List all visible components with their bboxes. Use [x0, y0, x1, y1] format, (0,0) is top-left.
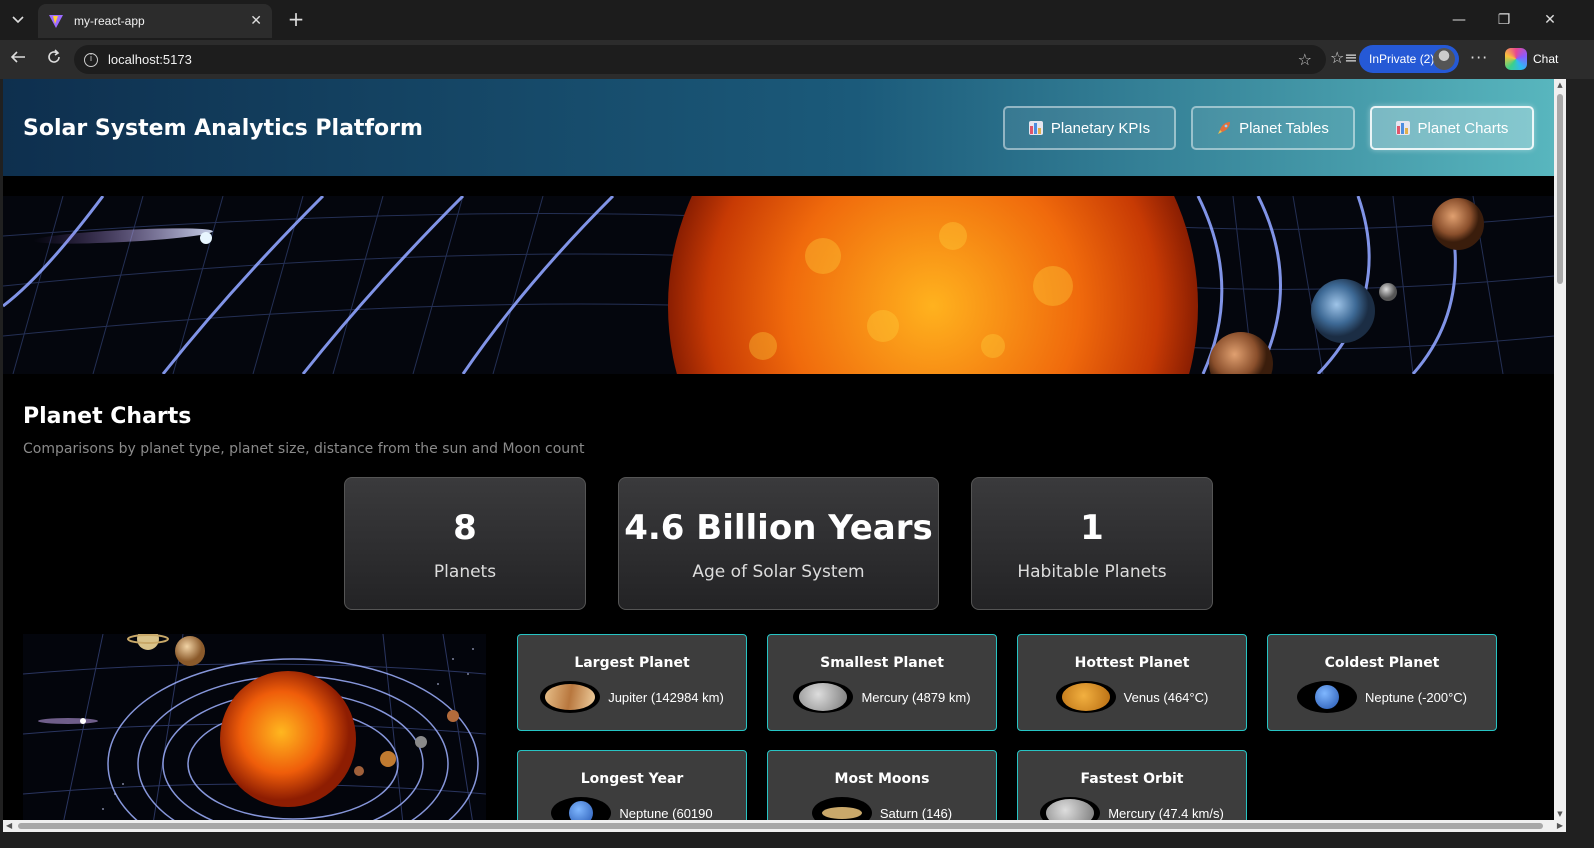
nav-label: Planet Charts — [1417, 119, 1509, 137]
section-subtitle: Comparisons by planet type, planet size,… — [23, 441, 585, 457]
scroll-right-icon[interactable]: ▶ — [1557, 820, 1563, 832]
reload-icon — [48, 49, 60, 63]
fact-card-most-moons: Most Moons Saturn (146) — [767, 750, 997, 820]
avatar — [1433, 48, 1455, 70]
fact-title: Coldest Planet — [1324, 655, 1440, 671]
inprivate-profile-button[interactable]: InPrivate (2) — [1359, 45, 1459, 73]
venus-planet-icon — [1055, 681, 1116, 713]
stat-label: Habitable Planets — [1017, 562, 1167, 582]
solar-system-image — [23, 634, 486, 820]
fact-value: Neptune (-200°C) — [1364, 689, 1468, 705]
page-viewport: Solar System Analytics Platform Planetar… — [3, 79, 1554, 820]
close-tab-icon[interactable]: ✕ — [250, 13, 262, 29]
tab-list-dropdown[interactable] — [6, 8, 30, 32]
horizontal-scrollbar[interactable]: ◀ ▶ — [3, 820, 1566, 832]
nav-planet-tables-button[interactable]: Planet Tables — [1191, 106, 1355, 150]
fact-title: Largest Planet — [574, 655, 690, 671]
stat-value: 8 — [453, 508, 477, 548]
scroll-up-icon[interactable]: ▲ — [1556, 81, 1564, 89]
nav-label: Planet Tables — [1239, 119, 1329, 137]
fact-title: Hottest Planet — [1074, 655, 1190, 671]
neptune-planet-icon — [1296, 681, 1357, 713]
url-field[interactable]: i localhost:5173 ☆ — [74, 45, 1326, 74]
fact-value: Saturn (146) — [879, 805, 953, 821]
chat-label: Chat — [1533, 52, 1559, 66]
nav-planet-charts-button[interactable]: Planet Charts — [1370, 106, 1534, 150]
copilot-icon — [1505, 48, 1527, 70]
fact-title: Most Moons — [834, 771, 930, 787]
stat-card-planets: 8 Planets — [344, 477, 586, 610]
fact-value: Neptune (60190 — [619, 805, 713, 821]
solar-system-illustration — [23, 634, 486, 820]
section-title: Planet Charts — [23, 404, 192, 429]
vertical-scrollbar[interactable]: ▲ ▼ — [1554, 79, 1566, 820]
stat-card-habitable: 1 Habitable Planets — [971, 477, 1213, 610]
scroll-left-icon[interactable]: ◀ — [6, 820, 12, 832]
nav-label: Planetary KPIs — [1050, 119, 1151, 137]
rocket-icon — [1218, 122, 1231, 134]
fact-value: Mercury (4879 km) — [861, 689, 971, 705]
jupiter-planet-icon — [540, 681, 601, 713]
mercury-planet-icon — [793, 681, 854, 713]
fact-card-coldest-planet: Coldest Planet Neptune (-200°C) — [1267, 634, 1497, 731]
stat-value: 4.6 Billion Years — [624, 508, 933, 548]
fact-title: Fastest Orbit — [1080, 771, 1184, 787]
horizontal-scroll-thumb[interactable] — [18, 823, 1543, 829]
vertical-scroll-thumb[interactable] — [1557, 94, 1563, 284]
fact-value: Venus (464°C) — [1123, 689, 1209, 705]
site-info-icon[interactable]: i — [84, 52, 98, 67]
neptune-planet-icon — [551, 797, 612, 820]
favorite-star-icon[interactable]: ☆ — [1298, 50, 1312, 69]
scroll-down-icon[interactable]: ▼ — [1556, 810, 1564, 818]
fact-value: Mercury (47.4 km/s) — [1108, 805, 1224, 821]
solar-system-banner-image — [3, 196, 1554, 374]
more-options-icon[interactable]: ··· — [1470, 48, 1488, 67]
favorites-icon[interactable]: ☆≡ — [1330, 48, 1358, 67]
stat-label: Age of Solar System — [692, 562, 865, 582]
fact-card-smallest-planet: Smallest Planet Mercury (4879 km) — [767, 634, 997, 731]
banner-illustration — [3, 196, 1554, 374]
site-header: Solar System Analytics Platform Planetar… — [3, 79, 1554, 176]
browser-tab[interactable]: my-react-app ✕ — [38, 4, 272, 38]
fact-card-fastest-orbit: Fastest Orbit Mercury (47.4 km/s) — [1017, 750, 1247, 820]
inprivate-label: InPrivate (2) — [1369, 52, 1435, 66]
copilot-chat-button[interactable]: Chat — [1501, 45, 1565, 73]
window-bottom-edge — [0, 832, 1594, 848]
back-arrow-icon — [10, 51, 25, 63]
bar-chart-icon — [1395, 121, 1410, 135]
fact-card-largest-planet: Largest Planet Jupiter (142984 km) — [517, 634, 747, 731]
vite-logo-icon — [49, 15, 63, 28]
mercury-planet-icon — [1040, 797, 1101, 820]
url-text[interactable]: localhost:5173 — [108, 52, 1298, 67]
fact-card-longest-year: Longest Year Neptune (60190 — [517, 750, 747, 820]
tab-title: my-react-app — [74, 14, 145, 28]
reload-button[interactable] — [42, 48, 66, 72]
saturn-planet-icon — [811, 797, 872, 820]
stat-label: Planets — [433, 562, 497, 582]
fact-title: Longest Year — [580, 771, 684, 787]
restore-button[interactable]: ❐ — [1489, 8, 1519, 32]
bar-chart-icon — [1028, 121, 1043, 135]
chevron-down-icon — [12, 16, 24, 24]
stat-value: 1 — [1080, 508, 1104, 548]
fact-card-hottest-planet: Hottest Planet Venus (464°C) — [1017, 634, 1247, 731]
minimize-button[interactable]: — — [1444, 8, 1474, 32]
address-bar-row: i localhost:5173 ☆ ☆≡ InPrivate (2) ··· … — [0, 40, 1594, 79]
browser-tab-bar: my-react-app ✕ + — ❐ ✕ — [0, 0, 1594, 40]
fact-title: Smallest Planet — [820, 655, 944, 671]
new-tab-button[interactable]: + — [284, 8, 308, 32]
back-button[interactable] — [6, 48, 30, 72]
nav-planetary-kpis-button[interactable]: Planetary KPIs — [1003, 106, 1176, 150]
close-window-button[interactable]: ✕ — [1535, 8, 1565, 32]
stat-card-age: 4.6 Billion Years Age of Solar System — [618, 477, 939, 610]
fact-value: Jupiter (142984 km) — [608, 689, 724, 705]
site-title: Solar System Analytics Platform — [23, 116, 423, 141]
